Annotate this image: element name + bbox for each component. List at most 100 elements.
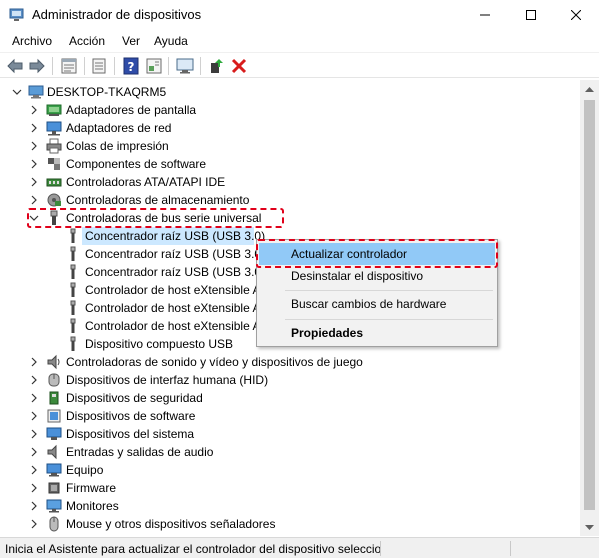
menu-ver[interactable]: Ver: [122, 34, 140, 48]
toolbar-separator: [84, 57, 85, 75]
storage-controller-icon: [47, 193, 61, 207]
category-label: Firmware: [66, 481, 116, 495]
chevron-right-icon[interactable]: [29, 519, 39, 529]
category-label: Adaptadores de pantalla: [66, 103, 197, 117]
usb-icon: [50, 210, 58, 225]
status-text: Inicia el Asistente para actualizar el c…: [5, 542, 380, 556]
tree-category[interactable]: Adaptadores de pantalla: [0, 101, 580, 119]
tree-category[interactable]: Colas de impresión: [0, 137, 580, 155]
status-divider: [380, 541, 381, 556]
tree-category[interactable]: Adaptadores de red: [0, 119, 580, 137]
chevron-right-icon[interactable]: [29, 177, 39, 187]
tree-category[interactable]: Dispositivos del sistema: [0, 425, 580, 443]
menu-properties[interactable]: Propiedades: [259, 322, 495, 344]
tree-category[interactable]: Controladoras ATA/ATAPI IDE: [0, 173, 580, 191]
menu-accion[interactable]: Acción: [69, 34, 105, 48]
tree-category[interactable]: Dispositivos de interfaz humana (HID): [0, 371, 580, 389]
maximize-button[interactable]: [508, 0, 554, 30]
properties-icon[interactable]: [60, 57, 78, 75]
device-label: Controlador de host eXtensible A: [85, 283, 261, 297]
category-label: Dispositivos del sistema: [66, 427, 195, 441]
device-label: Controlador de host eXtensible A: [85, 319, 261, 333]
menu-update-driver[interactable]: Actualizar controlador: [259, 243, 495, 265]
chevron-right-icon[interactable]: [29, 393, 39, 403]
tree-category[interactable]: Equipo: [0, 461, 580, 479]
menu-ayuda[interactable]: Ayuda: [154, 34, 188, 48]
tree-category[interactable]: Controladoras de sonido y vídeo y dispos…: [0, 353, 580, 371]
chevron-right-icon[interactable]: [29, 447, 39, 457]
printer-icon: [46, 138, 62, 154]
scroll-up-button[interactable]: [580, 80, 599, 97]
chevron-down-icon[interactable]: [29, 213, 39, 223]
scroll-down-button[interactable]: [580, 519, 599, 536]
computer-icon: [28, 85, 44, 99]
mouse-icon: [49, 516, 59, 532]
minimize-button[interactable]: [462, 0, 508, 30]
chevron-right-icon[interactable]: [29, 357, 39, 367]
device-label: Dispositivo compuesto USB: [85, 337, 234, 351]
category-label: Dispositivos de interfaz humana (HID): [66, 373, 269, 387]
tree-category[interactable]: Monitores: [0, 497, 580, 515]
chevron-right-icon[interactable]: [29, 429, 39, 439]
close-button[interactable]: [553, 0, 599, 30]
menu-archivo[interactable]: Archivo: [12, 34, 52, 48]
chevron-right-icon[interactable]: [29, 501, 39, 511]
menu-scan-hardware[interactable]: Buscar cambios de hardware: [259, 293, 495, 315]
tree-category[interactable]: Dispositivos de seguridad: [0, 389, 580, 407]
security-device-icon: [49, 391, 59, 405]
usb-device-icon: [70, 228, 76, 243]
chevron-right-icon[interactable]: [29, 141, 39, 151]
tree-category[interactable]: Componentes de software: [0, 155, 580, 173]
tree-category[interactable]: Entradas y salidas de audio: [0, 443, 580, 461]
network-adapter-icon: [46, 121, 62, 136]
help-icon[interactable]: ?: [122, 57, 140, 75]
computer-icon: [46, 463, 62, 477]
back-icon[interactable]: [6, 57, 24, 75]
monitor-icon[interactable]: [176, 57, 194, 75]
chevron-right-icon[interactable]: [29, 465, 39, 475]
vertical-scrollbar[interactable]: [580, 80, 599, 536]
audio-io-icon: [47, 444, 57, 460]
uninstall-icon[interactable]: [230, 57, 248, 75]
sound-icon: [47, 354, 60, 370]
tree-category-usb[interactable]: Controladoras de bus serie universal: [0, 209, 580, 227]
tree-category[interactable]: Firmware: [0, 479, 580, 497]
menu-uninstall-device[interactable]: Desinstalar el dispositivo: [259, 265, 495, 287]
category-label: Controladoras de bus serie universal: [66, 211, 262, 225]
chevron-down-icon[interactable]: [12, 87, 22, 97]
menu-separator: [285, 319, 493, 320]
software-device-icon: [47, 409, 61, 423]
chevron-right-icon[interactable]: [29, 411, 39, 421]
chevron-right-icon[interactable]: [29, 483, 39, 493]
forward-icon[interactable]: [28, 57, 46, 75]
usb-device-icon: [70, 300, 76, 315]
context-menu: Actualizar controlador Desinstalar el di…: [256, 239, 498, 347]
usb-device-icon: [70, 336, 76, 351]
chevron-right-icon[interactable]: [29, 375, 39, 385]
category-label: Controladoras de sonido y vídeo y dispos…: [66, 355, 363, 369]
toolbar-separator: [52, 57, 53, 75]
tree-category[interactable]: Mouse y otros dispositivos señaladores: [0, 515, 580, 533]
list-icon[interactable]: [90, 57, 108, 75]
tree-category[interactable]: Controladoras de almacenamiento: [0, 191, 580, 209]
chevron-right-icon[interactable]: [29, 123, 39, 133]
status-divider: [510, 541, 511, 556]
category-label: Dispositivos de software: [66, 409, 196, 423]
usb-device-icon: [70, 282, 76, 297]
scroll-thumb[interactable]: [584, 100, 595, 510]
device-label: Concentrador raíz USB (USB 3.0): [85, 247, 266, 261]
menu-uninstall-device-label: Desinstalar el dispositivo: [291, 269, 424, 283]
chevron-right-icon[interactable]: [29, 105, 39, 115]
update-driver-icon[interactable]: [207, 57, 225, 75]
svg-text:?: ?: [128, 60, 135, 74]
device-label: Concentrador raíz USB (USB 3.0): [85, 265, 266, 279]
tree-root[interactable]: DESKTOP-TKAQRM5: [0, 83, 580, 101]
view-icon[interactable]: [145, 57, 163, 75]
maximize-icon: [526, 10, 536, 20]
chevron-right-icon[interactable]: [29, 159, 39, 169]
toolbar: ?: [0, 52, 599, 78]
category-label: Controladoras de almacenamiento: [66, 193, 250, 207]
status-bar: Inicia el Asistente para actualizar el c…: [0, 537, 599, 558]
tree-category[interactable]: Dispositivos de software: [0, 407, 580, 425]
chevron-right-icon[interactable]: [29, 195, 39, 205]
